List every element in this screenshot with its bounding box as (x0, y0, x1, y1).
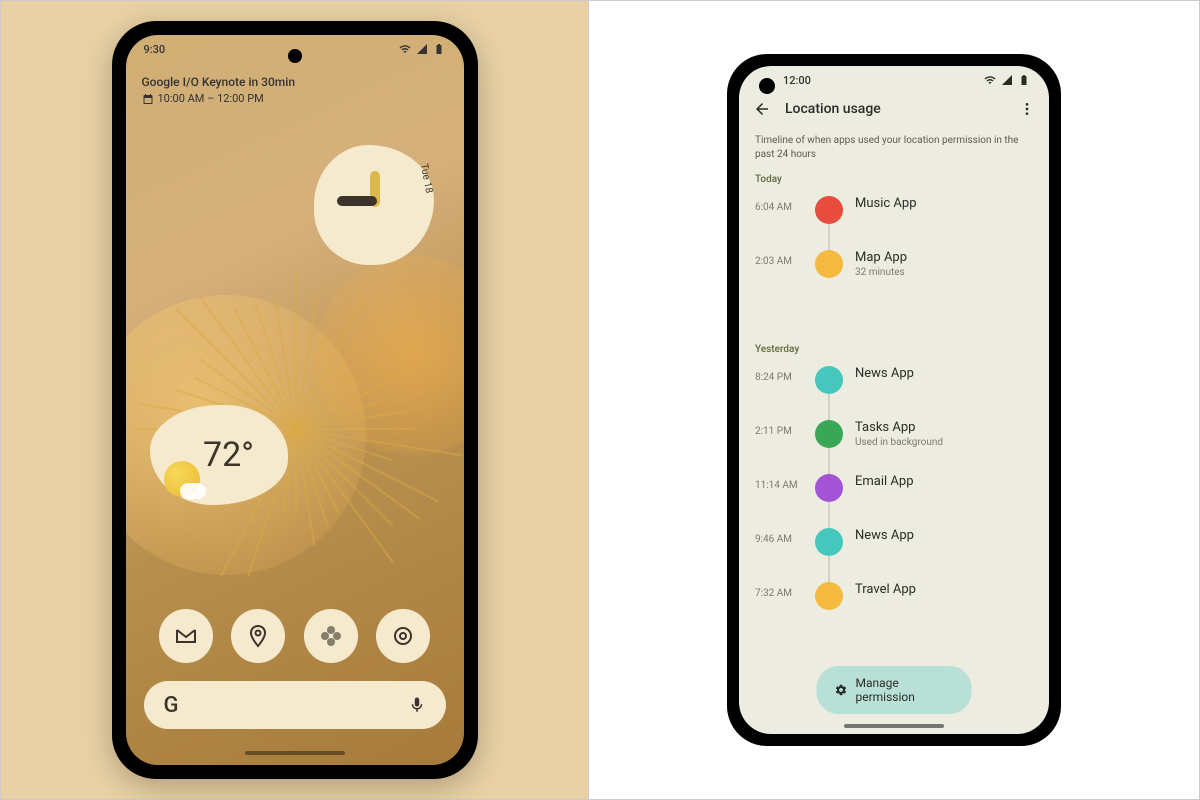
wifi-icon (398, 43, 412, 55)
status-time: 9:30 (144, 43, 166, 56)
timeline-row[interactable]: 9:46 AM News App (755, 528, 1033, 556)
page-description: Timeline of when apps used your location… (755, 134, 1033, 162)
app-name: News App (855, 528, 1033, 543)
front-camera (288, 49, 302, 63)
right-panel: 12:00 Location usage Timeline of when ap… (589, 1, 1199, 799)
clock-widget[interactable]: Tue 18 (314, 145, 434, 265)
weather-widget[interactable]: 72° (150, 405, 288, 505)
timeline-row[interactable]: 11:14 AM Email App (755, 474, 1033, 502)
page-title: Location usage (785, 101, 881, 117)
front-camera (759, 78, 775, 94)
usage-time: 8:24 PM (755, 366, 803, 383)
app-name: Travel App (855, 582, 1033, 597)
weather-temperature: 72° (203, 435, 254, 475)
nav-handle[interactable] (245, 751, 345, 755)
home-screen[interactable]: 9:30 Google I/O Keynote in 30min 10:00 A… (126, 35, 464, 765)
gmail-app-icon[interactable] (159, 609, 213, 663)
manage-permission-button[interactable]: Manage permission (817, 666, 972, 714)
sun-cloud-icon (164, 461, 200, 497)
camera-app-icon[interactable] (376, 609, 430, 663)
battery-icon (432, 43, 446, 55)
timeline-row[interactable]: 2:03 AM Map App 32 minutes (755, 250, 1033, 278)
signal-icon (415, 43, 429, 55)
mic-icon[interactable] (408, 696, 426, 714)
app-dot-icon (815, 196, 843, 224)
signal-icon (1000, 74, 1014, 86)
usage-time: 6:04 AM (755, 196, 803, 213)
usage-time: 7:32 AM (755, 582, 803, 599)
gear-icon (835, 683, 848, 697)
status-icons (983, 74, 1031, 86)
calendar-icon (142, 93, 154, 105)
maps-app-icon[interactable] (231, 609, 285, 663)
app-dot-icon (815, 250, 843, 278)
nav-handle[interactable] (844, 724, 944, 728)
back-arrow-icon[interactable] (753, 100, 771, 118)
phone-frame-left: 9:30 Google I/O Keynote in 30min 10:00 A… (112, 21, 478, 779)
favorites-row (126, 609, 464, 663)
search-bar[interactable]: G (144, 681, 446, 729)
timeline-today: 6:04 AM Music App 2:03 AM Map App 32 minutes (755, 196, 1033, 304)
phone-frame-right: 12:00 Location usage Timeline of when ap… (727, 54, 1061, 746)
photos-app-icon[interactable] (304, 609, 358, 663)
app-name: Map App (855, 250, 1033, 265)
battery-icon (1017, 74, 1031, 86)
usage-time: 9:46 AM (755, 528, 803, 545)
usage-time: 2:03 AM (755, 250, 803, 267)
timeline-row[interactable]: 6:04 AM Music App (755, 196, 1033, 224)
app-dot-icon (815, 420, 843, 448)
settings-header: Location usage (739, 100, 1049, 118)
wifi-icon (983, 74, 997, 86)
status-icons (398, 43, 446, 55)
app-dot-icon (815, 474, 843, 502)
app-dot-icon (815, 582, 843, 610)
wallpaper-spikes (295, 429, 296, 430)
left-panel: 9:30 Google I/O Keynote in 30min 10:00 A… (1, 1, 589, 799)
app-dot-icon (815, 528, 843, 556)
timeline-row[interactable]: 8:24 PM News App (755, 366, 1033, 394)
app-subtext: Used in background (855, 437, 1033, 448)
section-yesterday: Yesterday (755, 344, 799, 355)
status-time: 12:00 (783, 74, 811, 87)
status-bar: 12:00 (739, 66, 1049, 94)
section-today: Today (755, 174, 782, 185)
timeline-yesterday: 8:24 PM News App 2:11 PM Tasks App Used in b… (755, 366, 1033, 636)
clock-minute-hand (337, 196, 377, 206)
timeline-row[interactable]: 2:11 PM Tasks App Used in background (755, 420, 1033, 448)
app-dot-icon (815, 366, 843, 394)
event-time: 10:00 AM – 12:00 PM (158, 92, 264, 105)
clock-date: Tue 18 (418, 163, 434, 195)
timeline-row[interactable]: 7:32 AM Travel App (755, 582, 1033, 610)
app-name: Tasks App (855, 420, 1033, 435)
settings-screen[interactable]: 12:00 Location usage Timeline of when ap… (739, 66, 1049, 734)
usage-time: 11:14 AM (755, 474, 803, 491)
manage-permission-label: Manage permission (855, 676, 953, 704)
overflow-menu-icon[interactable] (1019, 101, 1035, 117)
app-name: Email App (855, 474, 1033, 489)
app-name: Music App (855, 196, 1033, 211)
at-a-glance-widget[interactable]: Google I/O Keynote in 30min 10:00 AM – 1… (142, 75, 296, 105)
google-g-icon: G (164, 693, 179, 718)
app-subtext: 32 minutes (855, 267, 1033, 278)
event-title: Google I/O Keynote in 30min (142, 75, 296, 89)
usage-time: 2:11 PM (755, 420, 803, 437)
app-name: News App (855, 366, 1033, 381)
